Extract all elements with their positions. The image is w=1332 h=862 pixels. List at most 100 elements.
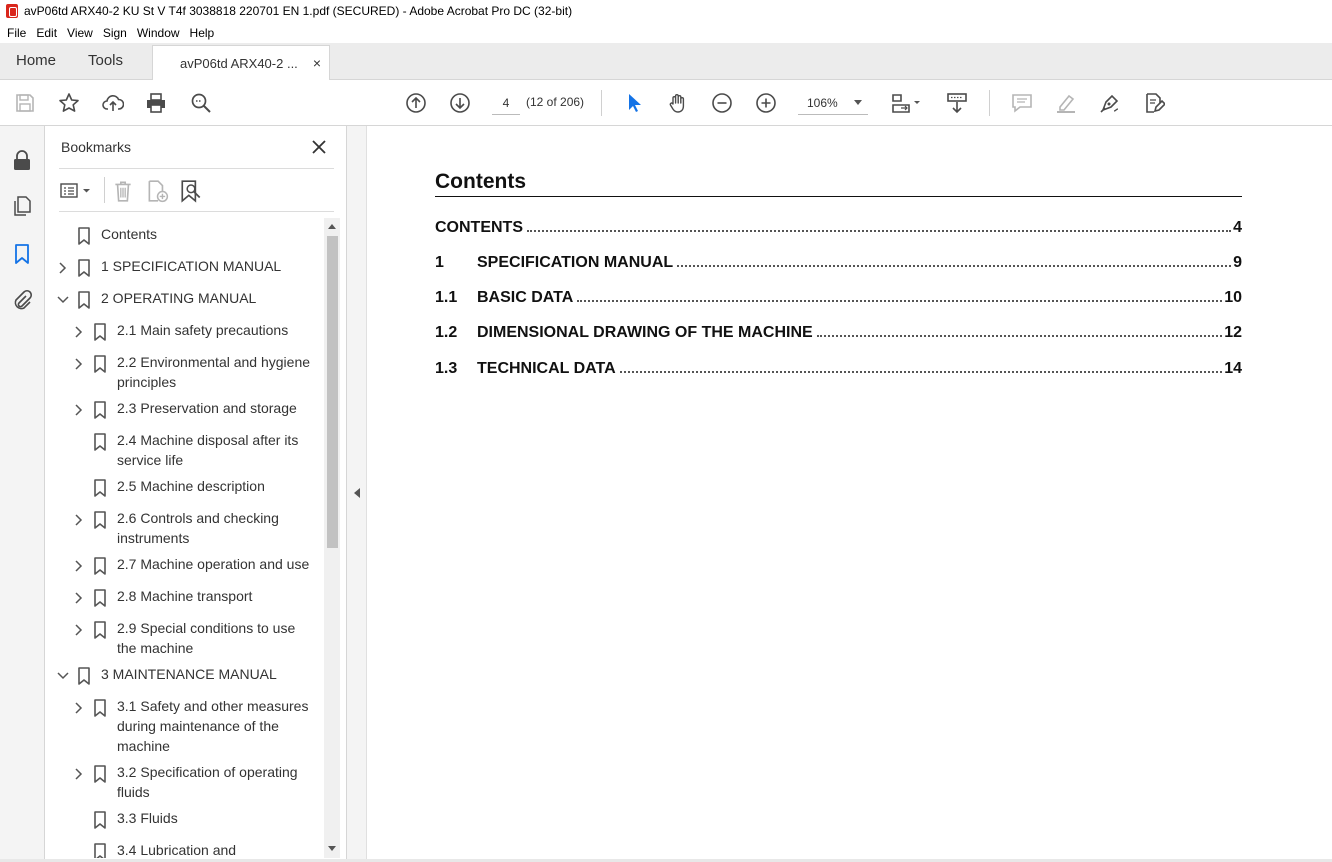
- previous-page-icon[interactable]: [404, 91, 428, 115]
- find-bookmark-icon[interactable]: [179, 179, 203, 203]
- zoom-out-icon[interactable]: [710, 91, 734, 115]
- new-bookmark-icon[interactable]: [145, 179, 169, 203]
- bookmark-icon: [94, 699, 106, 717]
- zoom-value: 106%: [807, 95, 838, 110]
- page-fit-icon[interactable]: [890, 91, 924, 115]
- page-thumbnails-icon[interactable]: [10, 194, 34, 218]
- print-icon[interactable]: [144, 91, 168, 115]
- toc-entry[interactable]: 1.1 BASIC DATA 10: [435, 285, 1242, 307]
- page-number-input[interactable]: [492, 91, 520, 115]
- tab-tools[interactable]: Tools: [88, 43, 123, 79]
- fill-sign-icon[interactable]: [1142, 91, 1166, 115]
- toc-title: CONTENTS: [435, 219, 523, 236]
- toc-number: 1: [435, 254, 444, 271]
- tab-document[interactable]: avP06td ARX40-2 ... ×: [152, 45, 330, 81]
- chevron-right-icon[interactable]: [73, 514, 85, 526]
- bookmark-icon: [94, 355, 106, 373]
- bookmark-label: the machine: [117, 640, 194, 656]
- comment-icon[interactable]: [1010, 91, 1034, 115]
- chevron-right-icon[interactable]: [73, 768, 85, 780]
- toc-page-number: 12: [1224, 324, 1242, 341]
- toc-leader-dots: [619, 371, 1223, 373]
- bookmark-label: 3.2 Specification of operating: [117, 764, 298, 780]
- bookmark-icon: [94, 401, 106, 419]
- toc-title: SPECIFICATION MANUAL: [477, 254, 674, 271]
- tab-bar: Home Tools avP06td ARX40-2 ... ×: [0, 43, 1332, 81]
- scroll-up-icon[interactable]: [328, 224, 336, 229]
- bookmark-icon: [78, 291, 90, 309]
- zoom-select[interactable]: 106%: [798, 91, 868, 115]
- panel-splitter[interactable]: [347, 126, 367, 862]
- collapse-panel-icon[interactable]: [354, 488, 360, 498]
- bookmark-label: 2.6 Controls and checking: [117, 510, 279, 526]
- chevron-down-icon[interactable]: [57, 294, 69, 306]
- chevron-right-icon[interactable]: [57, 262, 69, 274]
- tab-home[interactable]: Home: [16, 43, 56, 79]
- bookmark-icon: [78, 227, 90, 245]
- hand-tool-icon[interactable]: [666, 91, 690, 115]
- tab-document-label: avP06td ARX40-2 ...: [180, 56, 298, 71]
- bookmarks-toolbar: [59, 168, 334, 212]
- bookmark-icon[interactable]: [10, 242, 34, 266]
- save-icon[interactable]: [13, 91, 37, 115]
- bookmark-label: 3.1 Safety and other measures: [117, 698, 309, 714]
- chevron-right-icon[interactable]: [73, 560, 85, 572]
- toc-page-number: 9: [1233, 254, 1242, 271]
- menu-sign[interactable]: Sign: [98, 26, 132, 40]
- options-menu-icon[interactable]: [59, 179, 97, 203]
- toolbar-divider: [989, 90, 990, 116]
- menu-view[interactable]: View: [62, 26, 98, 40]
- panel-title: Bookmarks: [61, 139, 132, 155]
- search-icon[interactable]: [189, 91, 213, 115]
- bookmark-label: instruments: [117, 530, 190, 546]
- menu-edit[interactable]: Edit: [31, 26, 62, 40]
- chevron-right-icon[interactable]: [73, 624, 85, 636]
- scroll-thumb[interactable]: [327, 236, 338, 548]
- chevron-right-icon[interactable]: [73, 358, 85, 370]
- lock-icon[interactable]: [10, 148, 34, 172]
- menu-window[interactable]: Window: [132, 26, 185, 40]
- select-cursor-icon[interactable]: [622, 91, 646, 115]
- chevron-right-icon[interactable]: [73, 702, 85, 714]
- toc-entry[interactable]: 1.3 TECHNICAL DATA 14: [435, 356, 1242, 378]
- toc-leader-dots: [677, 265, 1232, 267]
- toc-page-number: 4: [1233, 219, 1242, 236]
- title-bar: avP06td ARX40-2 KU St V T4f 3038818 2207…: [0, 0, 1332, 22]
- chevron-right-icon[interactable]: [73, 592, 85, 604]
- scroll-mode-icon[interactable]: [945, 91, 969, 115]
- chevron-right-icon[interactable]: [73, 326, 85, 338]
- bookmark-icon: [94, 843, 106, 858]
- close-icon[interactable]: [309, 137, 329, 157]
- toc-entry[interactable]: CONTENTS 4: [435, 215, 1242, 237]
- bookmark-icon: [94, 479, 106, 497]
- bookmark-label: 2.1 Main safety precautions: [117, 322, 289, 338]
- menu-file[interactable]: File: [2, 26, 31, 40]
- bookmark-label: Contents: [101, 226, 158, 242]
- menu-help[interactable]: Help: [185, 26, 220, 40]
- toc-entry[interactable]: 1.2 DIMENSIONAL DRAWING OF THE MACHINE 12: [435, 320, 1242, 342]
- cloud-upload-icon[interactable]: [101, 91, 125, 115]
- bookmarks-scrollbar[interactable]: [324, 218, 340, 858]
- bookmark-label: 1 SPECIFICATION MANUAL: [101, 258, 282, 274]
- bookmark-label: principles: [117, 374, 177, 390]
- bookmark-icon: [94, 511, 106, 529]
- toc-title: DIMENSIONAL DRAWING OF THE MACHINE: [477, 324, 813, 341]
- next-page-icon[interactable]: [448, 91, 472, 115]
- delete-bookmark-icon[interactable]: [111, 179, 135, 203]
- attachment-icon[interactable]: [10, 288, 34, 312]
- highlight-icon[interactable]: [1054, 91, 1078, 115]
- bookmark-label: 2.2 Environmental and hygiene: [117, 354, 311, 370]
- toc-entry[interactable]: 1 SPECIFICATION MANUAL 9: [435, 250, 1242, 272]
- bookmark-label: 3.4 Lubrication and: [117, 842, 237, 858]
- window-title: avP06td ARX40-2 KU St V T4f 3038818 2207…: [24, 4, 573, 18]
- bookmark-label: machine: [117, 738, 170, 754]
- sign-pen-icon[interactable]: [1098, 91, 1122, 115]
- chevron-down-icon[interactable]: [57, 670, 69, 682]
- close-tab-icon[interactable]: ×: [313, 55, 321, 71]
- zoom-in-icon[interactable]: [754, 91, 778, 115]
- scroll-down-icon[interactable]: [328, 846, 336, 851]
- page-count: (12 of 206): [526, 95, 585, 109]
- star-icon[interactable]: [57, 91, 81, 115]
- chevron-right-icon[interactable]: [73, 404, 85, 416]
- toc-page-number: 14: [1224, 360, 1242, 377]
